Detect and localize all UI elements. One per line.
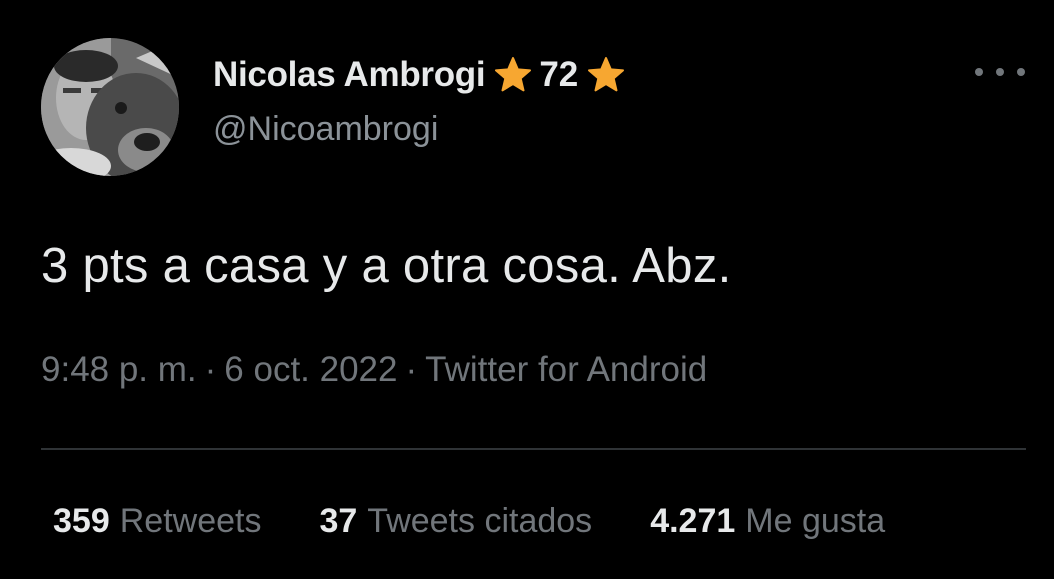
likes-label: Me gusta: [745, 502, 886, 540]
divider: [41, 448, 1026, 450]
tweet-text: 3 pts a casa y a otra cosa. Abz.: [41, 239, 732, 293]
tweet-time[interactable]: 9:48 p. m.: [41, 350, 197, 389]
more-dot: [996, 68, 1004, 76]
retweets-count: 359: [53, 502, 110, 540]
quote-tweets-count: 37: [319, 502, 358, 540]
author-handle[interactable]: @Nicoambrogi: [213, 110, 438, 149]
tweet-meta: 9:48 p. m. · 6 oct. 2022 · Twitter for Andro…: [41, 350, 707, 390]
meta-separator: ·: [405, 350, 418, 389]
star-icon: [493, 55, 533, 95]
tweet: Nicolas Ambrogi 72 @Nicoambrogi 3 pts a …: [0, 0, 1054, 579]
avatar[interactable]: [41, 38, 179, 176]
quote-tweets-label: Tweets citados: [367, 502, 593, 540]
author-display-name[interactable]: Nicolas Ambrogi: [213, 55, 486, 95]
meta-separator: ·: [204, 350, 217, 389]
retweets-stat[interactable]: 359 Retweets: [53, 502, 261, 541]
avatar-image: [41, 38, 179, 176]
tweet-date[interactable]: 6 oct. 2022: [224, 350, 397, 389]
likes-stat[interactable]: 4.271 Me gusta: [650, 502, 885, 541]
star-icon: [586, 55, 626, 95]
more-horizontal-icon[interactable]: [975, 57, 1025, 87]
more-dot: [975, 68, 983, 76]
author-name-row[interactable]: Nicolas Ambrogi 72: [213, 52, 626, 98]
retweets-label: Retweets: [119, 502, 262, 540]
more-dot: [1017, 68, 1025, 76]
tweet-stats: 359 Retweets 37 Tweets citados 4.271 Me gus…: [53, 502, 943, 541]
likes-count: 4.271: [650, 502, 736, 540]
author-name-number: 72: [539, 55, 579, 94]
tweet-source[interactable]: Twitter for Android: [425, 350, 707, 389]
quote-tweets-stat[interactable]: 37 Tweets citados: [319, 502, 592, 541]
